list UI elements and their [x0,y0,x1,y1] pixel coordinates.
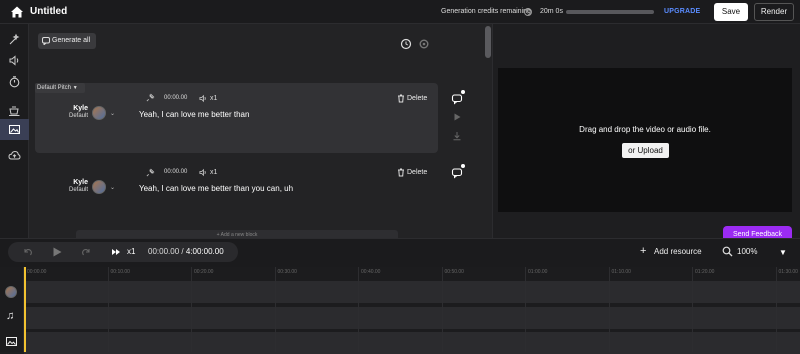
avatar [5,286,17,298]
undo-icon[interactable] [22,246,34,258]
timer-icon[interactable] [8,75,21,88]
plus-icon[interactable]: + [640,245,646,257]
music-track[interactable] [24,307,800,329]
render-button[interactable]: Render [754,3,794,21]
block-text[interactable]: Yeah, I can love me better than you can,… [139,184,293,193]
pitch-dropdown[interactable]: Default Pitch ▼ [35,83,85,93]
timeline-tick-label: 01:30.00 [778,269,798,275]
playback-speed[interactable]: x1 [127,247,135,256]
coffee-icon[interactable] [8,104,21,117]
block-speed[interactable]: x1 [210,95,217,102]
time-separator: / [181,247,184,256]
speaker-name: Kyle [73,179,88,186]
block-timestamp[interactable]: 00:00.00 [164,95,187,101]
chevron-down-icon[interactable]: ▼ [779,248,787,257]
speech-bubble-icon[interactable] [451,167,463,179]
timeline-gridline [107,267,109,352]
credits-progress-bar [566,10,654,14]
avatar[interactable] [92,180,106,194]
delete-button[interactable]: Delete [407,169,427,176]
timeline-tick-label: 01:10.00 [611,269,631,275]
editor-scrollbar[interactable] [485,26,491,58]
timeline-gridline [608,267,610,352]
speaker-voice-style: Default [68,187,88,193]
timeline-tick-label: 00:20.00 [194,269,214,275]
speaker-name: Kyle [73,105,88,112]
history-icon[interactable] [400,38,412,50]
total-time: 4:00:00.00 [185,247,224,256]
block-text[interactable]: Yeah, I can love me better than [139,110,249,119]
magic-icon[interactable] [8,33,21,46]
timeline-tick-label: 00:10.00 [110,269,130,275]
trash-icon[interactable] [397,94,405,103]
upgrade-link[interactable]: UPGRADE [664,8,700,15]
playback-time: 00:00.00 / 4:00:00.00 [148,247,224,256]
volume-icon[interactable] [199,94,208,103]
play-icon[interactable] [51,246,63,258]
timeline-gridline [441,267,443,352]
generate-all-label: Generate all [52,37,91,44]
zoom-icon[interactable] [722,246,733,257]
speaker-voice-style: Default [68,113,88,119]
timeline-gridline [692,267,693,352]
timeline-gridline [775,267,777,352]
help-icon[interactable]: ? [524,8,532,16]
timeline-tick-label: 01:20.00 [695,269,715,275]
pin-icon[interactable] [146,93,155,102]
zoom-level[interactable]: 100% [737,247,757,256]
timeline-gridline [274,267,276,352]
notification-dot [461,90,465,94]
music-note-icon: ♫ [6,310,15,322]
current-time: 00:00.00 [148,247,180,256]
cloud-upload-icon[interactable] [8,149,21,162]
timeline-tick-label: 00:40.00 [361,269,381,275]
avatar[interactable] [92,106,106,120]
download-icon[interactable] [452,131,462,141]
voice-track[interactable] [24,281,800,303]
timeline-tick-label: 00:00.00 [27,269,47,275]
credits-label: Generation credits remaining [441,8,531,15]
add-block-button[interactable]: + Add a new block [76,230,398,238]
home-icon[interactable] [10,5,24,19]
media-dropzone[interactable] [498,68,792,212]
timeline-gridline [358,267,359,352]
notification-dot [461,164,465,168]
save-button[interactable]: Save [714,3,748,21]
settings-icon[interactable] [418,38,430,50]
timeline-tick-label: 00:30.00 [277,269,297,275]
timeline-tick-label: 00:50.00 [444,269,464,275]
block-timestamp[interactable]: 00:00.00 [164,169,187,175]
chevron-down-icon: ▼ [72,85,78,91]
upload-button[interactable]: or Upload [622,143,669,158]
chevron-down-icon[interactable]: ⌄ [110,184,115,191]
generate-all-button[interactable]: Generate all [38,33,96,49]
trash-icon[interactable] [397,168,405,177]
pin-icon[interactable] [146,168,155,177]
media-track[interactable] [24,332,800,354]
pitch-label: Default Pitch [37,85,72,91]
timeline-gridline [525,267,526,352]
timeline-ruler[interactable] [24,267,800,277]
volume-icon[interactable] [199,168,208,177]
fast-forward-icon[interactable] [111,247,121,257]
chevron-down-icon[interactable]: ⌄ [110,110,115,117]
playhead[interactable] [24,267,26,352]
redo-icon[interactable] [80,246,92,258]
project-title[interactable]: Untitled [30,6,67,17]
play-icon[interactable] [452,112,462,122]
volume-icon[interactable] [8,54,21,67]
delete-button[interactable]: Delete [407,95,427,102]
credits-time: 20m 0s [540,8,563,15]
dropzone-text: Drag and drop the video or audio file. [579,125,711,134]
image-icon [6,337,17,346]
speech-bubble-icon[interactable] [451,93,463,105]
timeline-tick-label: 01:00.00 [528,269,548,275]
add-resource-button[interactable]: Add resource [654,247,702,256]
chat-icon [42,37,50,45]
timeline-gridline [191,267,192,352]
image-icon[interactable] [8,123,21,136]
block-speed[interactable]: x1 [210,169,217,176]
